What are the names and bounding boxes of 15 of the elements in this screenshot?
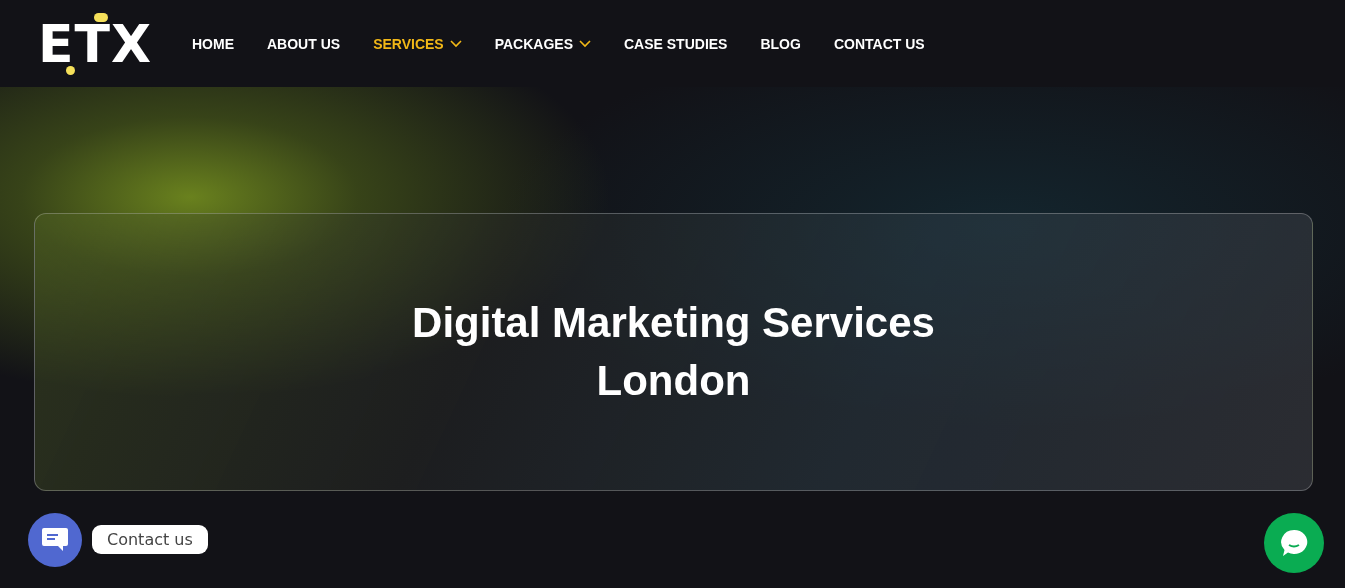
contact-label[interactable]: Contact us bbox=[92, 525, 208, 554]
nav-link[interactable]: CONTACT US bbox=[833, 35, 925, 52]
nav-link[interactable]: PACKAGES bbox=[494, 35, 591, 52]
chevron-down-icon bbox=[449, 39, 462, 48]
logo[interactable]: ETX bbox=[38, 13, 153, 74]
nav-link[interactable]: CASE STUDIES bbox=[624, 35, 728, 52]
logo-dot bbox=[66, 65, 75, 75]
speech-bubble-icon bbox=[1279, 528, 1309, 558]
nav-link[interactable]: SERVICES bbox=[373, 35, 462, 52]
hero-title: Digital Marketing Services London bbox=[411, 298, 936, 406]
nav-link[interactable]: HOME bbox=[192, 35, 234, 52]
message-icon bbox=[41, 527, 69, 553]
chevron-down-icon bbox=[579, 39, 591, 48]
nav-link[interactable]: ABOUT US bbox=[267, 35, 341, 52]
nav-link[interactable]: BLOG bbox=[760, 35, 801, 52]
